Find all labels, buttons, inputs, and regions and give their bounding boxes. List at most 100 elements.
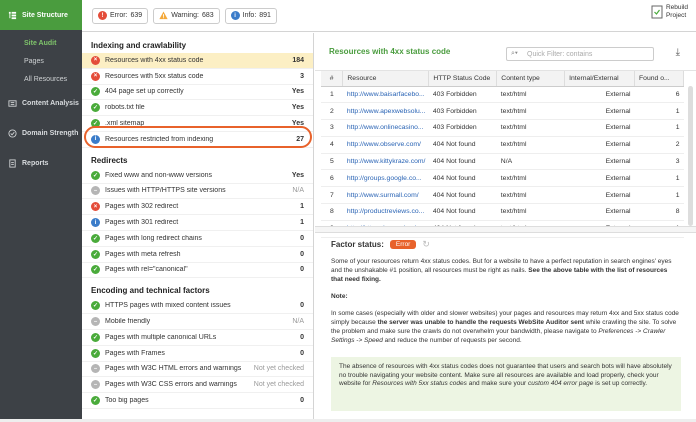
check-label: Pages with 301 redirect [105,219,179,227]
audit-check-row[interactable]: – Pages with W3C CSS errors and warnings N… [82,377,313,394]
audit-check-row[interactable]: ✓ 404 page set up correctly Yes [82,85,313,101]
audit-check-row[interactable]: – Mobile friendly N/A [82,314,313,330]
not-applicable-status-icon: – [91,380,100,390]
rebuild-label: Project [665,12,687,19]
description-bold-text: the server was unable to handle the requ… [377,319,584,326]
audit-check-row[interactable]: ✓ robots.txt file Yes [82,100,313,117]
audit-check-row[interactable]: ✓ Fixed www and non-www versions Yes [82,168,313,184]
sidebar-item-reports[interactable]: Reports [0,148,82,178]
error-label: Error: [110,12,128,19]
table-row[interactable]: 5 http://www.kittykraze.com/404 Not found… [321,153,684,171]
audit-check-row[interactable]: ✓ HTTPS pages with mixed content issues 0 [82,298,313,315]
description-text: and reduce the number of requests per se… [384,337,522,344]
table-cell: 404 Not found [428,186,497,205]
sidebar-subitem-all-resources[interactable]: All Resources [0,70,82,88]
audit-check-row[interactable]: i Resources restricted from indexing 27 [82,132,313,148]
table-scrollbar[interactable] [688,86,693,226]
check-value: 0 [300,302,304,310]
table-cell: 2 [321,102,343,121]
table-cell: 1 [634,102,684,121]
resource-url-cell[interactable]: http://www.onlinecasino... [342,119,429,137]
check-label: robots.txt file [105,104,145,112]
audit-check-row[interactable]: × Resources with 4xx status code 184 [82,53,313,69]
table-cell: External [564,169,635,188]
rebuild-label: Rebuild [665,4,688,11]
column-header[interactable]: Internal/External [564,71,636,87]
error-status-icon: × [91,71,100,81]
error-count: 639 [130,12,143,19]
ok-status-icon: ✓ [91,170,100,180]
resource-url-cell[interactable]: http://www.surmall.com/ [342,186,429,205]
audit-check-row[interactable]: ✓ .xml sitemap Yes [82,116,313,132]
download-icon[interactable]: ⤓ [676,47,680,58]
sidebar-item-content-analysis[interactable]: Content Analysis [0,88,82,118]
table-row[interactable]: 2 http://www.apexwebsolu... 403 Forbidden t… [321,102,684,121]
sidebar-subitem-site-audit[interactable]: Site Audit [0,34,82,52]
app-window: Site Structure Site Audit Pages All Reso… [0,0,696,422]
resource-url-cell[interactable]: http://www.kittykraze.com/ [342,153,429,171]
audit-check-row[interactable]: ✓ Pages with rel="canonical" 0 [82,263,313,279]
sidebar-item-domain-strength[interactable]: Domain Strength [0,118,82,148]
error-icon: ! [98,11,107,20]
table-row[interactable]: 7 http://www.surmall.com/404 Not found tex… [321,186,684,205]
factor-status-badge: Error [389,240,417,249]
table-row[interactable]: 6 http://groups.google.co... 404 Not found… [321,169,684,188]
audit-check-row[interactable]: ✓ Pages with meta refresh 0 [82,247,313,263]
check-label: Mobile friendly [105,318,151,326]
info-count-badge[interactable]: i Info: 891 [224,7,277,24]
audit-check-row[interactable]: ✓ Pages with multiple canonical URLs 0 [82,330,313,346]
resource-url-cell[interactable]: http://www.baisarfacebo... [342,86,429,104]
audit-check-row[interactable]: × Pages with 302 redirect 1 [82,199,313,216]
panel-splitter[interactable] [315,226,696,233]
column-header[interactable]: HTTP Status Code [428,71,498,87]
sidebar-item-site-structure[interactable]: Site Structure [0,0,82,30]
check-value: 0 [300,266,304,274]
ok-status-icon: ✓ [91,332,100,342]
audit-check-row[interactable]: – Issues with HTTP/HTTPS site versions N/A [82,184,313,200]
factor-status-label: Factor status: [331,240,384,249]
table-header-row: # Resource HTTP Status Code Content type Int… [321,71,684,87]
table-cell: text/html [496,186,565,205]
sidebar-subitem-pages[interactable]: Pages [0,52,82,70]
sidebar-item-label: Content Analysis [22,99,79,107]
quick-filter-input[interactable]: ⌕▾ Quick Filter: contains [506,47,654,61]
warning-count-badge[interactable]: Warning: 683 [153,7,220,24]
check-label: Pages with meta refresh [105,250,181,258]
audit-check-row[interactable]: – Pages with W3C HTML errors and warnings… [82,362,313,378]
table-cell: 6 [634,86,684,104]
section-title: Encoding and technical factors [91,286,210,296]
audit-check-row[interactable]: i Pages with 301 redirect 1 [82,215,313,231]
table-row[interactable]: 4 http://www.observe.com/404 Not found tex… [321,136,684,154]
resource-url-cell[interactable]: http://productreviews.co... [342,203,429,221]
table-row[interactable]: 8 http://productreviews.co... 404 Not foun… [321,203,684,221]
table-cell: 5 [321,153,343,171]
note-link-text[interactable]: Resources with 5xx status codes [372,380,467,387]
table-row[interactable]: 3 http://www.onlinecasino... 403 Forbidden… [321,119,684,137]
not-applicable-status-icon: – [91,364,100,374]
audit-check-row[interactable]: × Resources with 5xx status code 3 [82,69,313,85]
table-cell: External [564,153,635,171]
column-header[interactable]: Content type [496,71,566,87]
error-count-badge[interactable]: ! Error: 639 [92,7,149,24]
column-header[interactable]: Resource [342,71,430,87]
error-status-icon: × [91,202,100,212]
note-link-text[interactable]: custom 404 error page [528,380,593,387]
audit-check-row[interactable]: ✓ Too big pages 0 [82,393,313,409]
table-row[interactable]: 1 http://www.baisarfacebo... 403 Forbidden… [321,86,684,104]
factor-description: Some of your resources return 4xx status… [331,257,681,353]
rebuild-project-button[interactable]: Rebuild Project [651,4,688,20]
check-value: 0 [300,349,304,357]
audit-check-row[interactable]: ✓ Pages with long redirect chains 0 [82,231,313,247]
check-value: 0 [300,234,304,242]
not-applicable-status-icon: – [91,317,100,327]
resource-url-cell[interactable]: http://www.observe.com/ [342,136,429,154]
info-status-icon: i [91,134,100,144]
refresh-icon[interactable]: ↻ [422,239,430,250]
check-value: 0 [300,250,304,258]
audit-check-row[interactable]: ✓ Pages with Frames 0 [82,346,313,362]
table-cell: 1 [634,186,684,205]
column-header[interactable]: # [321,71,344,87]
resource-url-cell[interactable]: http://www.apexwebsolu... [342,102,429,121]
column-header[interactable]: Found o... [634,71,684,87]
resource-url-cell[interactable]: http://groups.google.co... [342,169,429,188]
